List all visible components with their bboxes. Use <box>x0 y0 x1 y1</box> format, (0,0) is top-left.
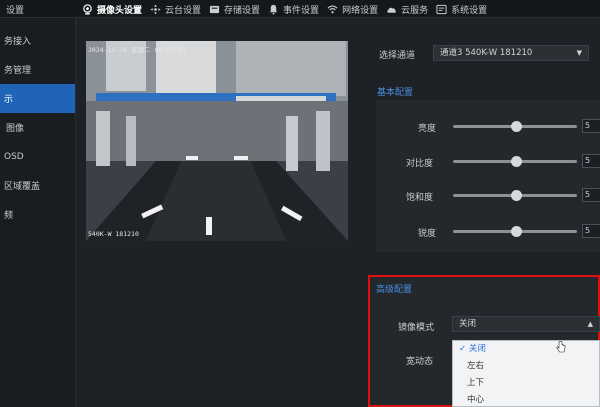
tab-ptz-settings[interactable]: 云台设置 <box>146 0 205 18</box>
option-label: 关闭 <box>468 344 486 354</box>
tab-label: 摄像头设置 <box>97 5 143 16</box>
mirror-mode-value: 关闭 <box>459 319 477 329</box>
sidebar-item-label: OSD <box>4 151 24 162</box>
tab-label: 云台设置 <box>165 5 202 16</box>
ptz-icon <box>150 3 161 15</box>
tab-label: 事件设置 <box>283 5 320 16</box>
chevron-down-icon: ▲ <box>587 320 593 328</box>
tab-storage-settings[interactable]: 存储设置 <box>205 0 264 18</box>
contrast-label: 对比度 <box>406 159 434 169</box>
wdr-label: 宽动态 <box>406 357 434 367</box>
tab-network-settings[interactable]: 网络设置 <box>323 0 382 18</box>
tab-label: 云服务 <box>401 5 429 16</box>
sidebar-item-video[interactable]: 频 <box>0 200 75 229</box>
brightness-slider-thumb[interactable] <box>511 121 522 132</box>
channel-label: 选择通道 <box>379 51 416 61</box>
dropdown-option-left-right[interactable]: 左右 <box>453 358 599 375</box>
camera-feed-image <box>86 41 348 241</box>
wifi-icon <box>327 4 338 15</box>
mirror-mode-dropdown: ✓ 关闭 左右 上下 中心 <box>452 340 600 407</box>
sidebar-item-label: 区域覆盖 <box>4 182 41 192</box>
brightness-label: 亮度 <box>418 124 437 134</box>
tab-label: 网络设置 <box>342 5 379 16</box>
basic-config-title: 基本配置 <box>377 88 414 98</box>
contrast-slider-thumb[interactable] <box>511 156 522 167</box>
system-icon <box>436 4 447 15</box>
tab-label: 系统设置 <box>451 5 488 16</box>
tab-label: 存储设置 <box>224 5 261 16</box>
saturation-value[interactable]: 5 <box>582 188 600 202</box>
brightness-value[interactable]: 5 <box>582 119 600 133</box>
sidebar-item-image[interactable]: 图像 <box>0 113 75 142</box>
mirror-mode-select[interactable]: 关闭 ▲ <box>452 316 600 332</box>
osd-camera-name: 540K-W 181210 <box>88 230 139 238</box>
saturation-slider-thumb[interactable] <box>511 190 522 201</box>
tab-bar: 摄像头设置 云台设置 存储设置 事件设置 网络设置 云服务 系统设置 <box>78 0 491 18</box>
sharpness-label: 锐度 <box>418 229 437 239</box>
tab-camera-settings[interactable]: 摄像头设置 <box>78 0 146 18</box>
sharpness-value[interactable]: 5 <box>582 224 600 238</box>
saturation-label: 饱和度 <box>406 193 434 203</box>
sidebar-item-label: 频 <box>4 211 14 221</box>
bell-icon <box>268 4 279 15</box>
advanced-config-title: 高级配置 <box>376 285 413 295</box>
sidebar-item-label: 图像 <box>6 124 25 134</box>
channel-select[interactable]: 通道3 540K-W 181210 ▼ <box>433 45 589 61</box>
chevron-down-icon: ▼ <box>576 49 582 57</box>
sharpness-slider-thumb[interactable] <box>511 226 522 237</box>
cloud-icon <box>386 4 397 15</box>
hand-cursor-icon <box>556 341 566 353</box>
option-label: 上下 <box>467 378 485 388</box>
option-label: 左右 <box>467 361 485 371</box>
channel-select-value: 通道3 540K-W 181210 <box>440 48 533 58</box>
check-icon: ✓ <box>459 344 467 354</box>
sidebar-item-privacy-mask[interactable]: 区域覆盖 <box>0 171 75 200</box>
sidebar-item-management[interactable]: 务管理 <box>0 55 75 84</box>
top-bar: 设置 摄像头设置 云台设置 存储设置 事件设置 网络设置 云服务 系统设置 <box>0 0 600 18</box>
sidebar-item-label: 示 <box>4 95 14 105</box>
contrast-value[interactable]: 5 <box>582 154 600 168</box>
sidebar-item-label: 务管理 <box>4 66 32 76</box>
dropdown-option-off[interactable]: ✓ 关闭 <box>453 341 599 358</box>
dropdown-option-up-down[interactable]: 上下 <box>453 375 599 392</box>
option-label: 中心 <box>467 395 485 405</box>
osd-timestamp: 2024-11-26 星期二 09:05:43 <box>88 46 186 54</box>
sidebar-item-access[interactable]: 务接入 <box>0 26 75 55</box>
tab-cloud-service[interactable]: 云服务 <box>382 0 432 18</box>
tab-event-settings[interactable]: 事件设置 <box>264 0 323 18</box>
dropdown-option-center[interactable]: 中心 <box>453 392 599 406</box>
storage-icon <box>209 4 220 15</box>
camera-icon <box>82 3 93 15</box>
app-title: 设置 <box>6 6 25 16</box>
sidebar: 务接入 务管理 示 图像 OSD 区域覆盖 频 <box>0 18 76 407</box>
sidebar-item-label: 务接入 <box>4 37 32 47</box>
sidebar-item-display[interactable]: 示 <box>0 84 75 113</box>
tab-system-settings[interactable]: 系统设置 <box>432 0 491 18</box>
video-preview[interactable]: 2024-11-26 星期二 09:05:43 540K-W 181210 <box>86 41 348 241</box>
mirror-mode-label: 镜像模式 <box>398 323 435 333</box>
sidebar-item-osd[interactable]: OSD <box>0 142 75 171</box>
